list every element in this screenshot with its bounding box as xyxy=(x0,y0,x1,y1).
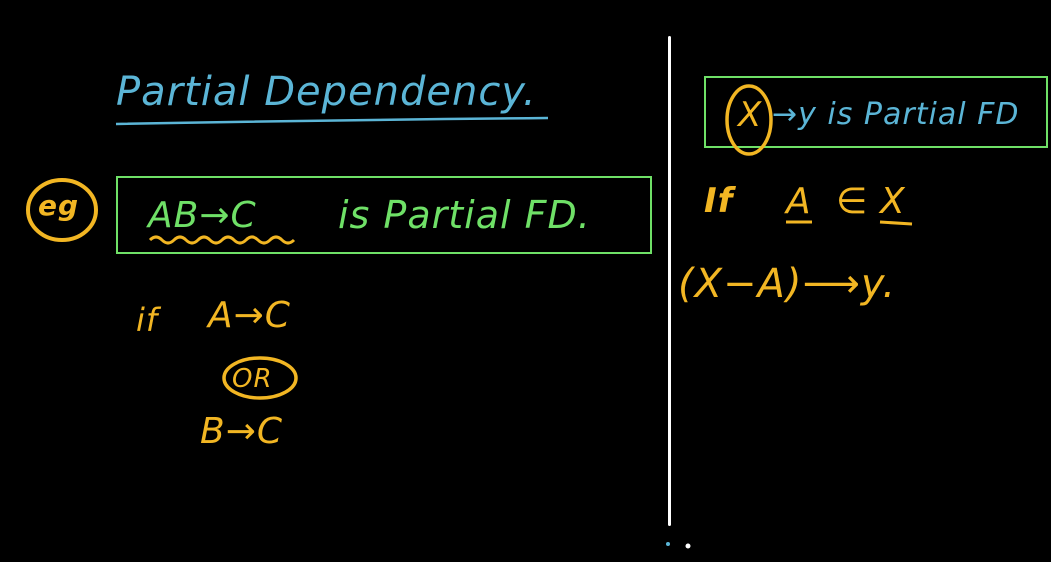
whiteboard-canvas: Partial Dependency. AB→C is Partial FD. … xyxy=(0,0,1051,562)
if-label: If xyxy=(704,181,734,221)
condition-or: OR xyxy=(232,364,273,394)
example-label: eg xyxy=(38,189,80,222)
if-x: X xyxy=(880,181,906,222)
title-underline xyxy=(115,116,549,126)
ink-dot xyxy=(666,542,670,546)
rule-x: X xyxy=(738,95,763,135)
condition-second: B→C xyxy=(200,411,283,452)
if-a: A xyxy=(786,181,812,222)
rule-text: →y is Partial FD xyxy=(772,97,1020,132)
element-of-symbol: ∈ xyxy=(836,181,869,222)
condition-first: A→C xyxy=(208,295,291,336)
center-divider xyxy=(668,36,671,526)
statement-lhs: AB→C xyxy=(148,195,257,236)
statement-rest: is Partial FD. xyxy=(338,193,591,237)
ink-dot xyxy=(685,543,691,549)
x-underline xyxy=(879,220,913,226)
page-title: Partial Dependency. xyxy=(116,69,537,115)
condition-if-label: if xyxy=(136,301,159,339)
implication-line: (X−A)⟶y. xyxy=(678,261,897,307)
